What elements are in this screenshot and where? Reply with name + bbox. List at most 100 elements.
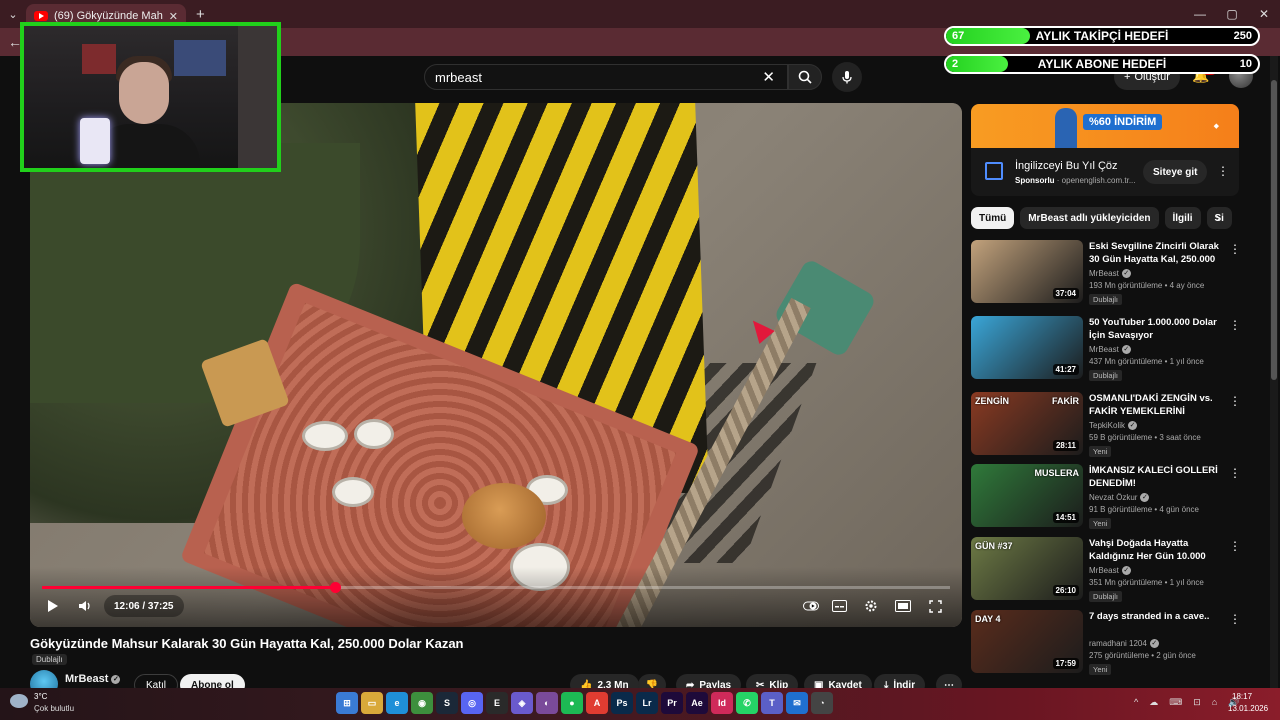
taskbar-app-icon[interactable]: ✆: [736, 692, 758, 714]
channel-name[interactable]: MrBeast ✓: [65, 673, 121, 685]
search-button[interactable]: [788, 64, 822, 90]
more-vert-icon[interactable]: ⋮: [1229, 242, 1241, 256]
video-thumbnail[interactable]: MUSLERA 14:51: [971, 464, 1083, 527]
tray-icon[interactable]: ☁: [1149, 697, 1158, 708]
theater-icon: [895, 600, 911, 612]
video-thumbnail[interactable]: ZENGİN FAKİR 28:11: [971, 392, 1083, 455]
taskbar-app-icon[interactable]: Ps: [611, 692, 633, 714]
more-vert-icon[interactable]: ⋮: [1229, 394, 1241, 408]
video-player[interactable]: 12:06 / 37:25: [30, 103, 962, 627]
chevron-right-icon[interactable]: ›: [1216, 210, 1220, 225]
subscriber-goal-bar: 2 AYLIK ABONE HEDEFİ 10: [944, 54, 1260, 74]
thumbnail-text-left: DAY 4: [975, 614, 1001, 624]
play-button[interactable]: [42, 595, 64, 617]
taskbar-app-icon[interactable]: ⊞: [336, 692, 358, 714]
video-thumbnail[interactable]: 37:04: [971, 240, 1083, 303]
taskbar-app-icon[interactable]: S: [436, 692, 458, 714]
gear-icon: [865, 600, 877, 612]
sponsored-ad-card[interactable]: %60 İNDİRİM ◆ İngilizceyi Bu Yıl Çöz Spo…: [971, 104, 1239, 196]
video-thumbnail[interactable]: GÜN #37 26:10: [971, 537, 1083, 600]
taskbar-app-icon[interactable]: Ae: [686, 692, 708, 714]
taskbar-app-icon[interactable]: T: [761, 692, 783, 714]
clock-date[interactable]: 13.01.2026: [1228, 704, 1268, 713]
recommendation-title[interactable]: 7 days stranded in a cave..: [1089, 610, 1227, 623]
weather-cloud-icon[interactable]: [10, 694, 28, 708]
tray-icon[interactable]: ^: [1134, 697, 1138, 708]
tab-close-icon[interactable]: ✕: [169, 10, 178, 23]
search-input[interactable]: mrbeast ✕: [424, 64, 788, 90]
ad-more-icon[interactable]: ⋮: [1217, 164, 1229, 178]
taskbar-app-icon[interactable]: ◎: [461, 692, 483, 714]
recommendation-badge: Yeni: [1089, 664, 1112, 675]
taskbar-app-icon[interactable]: Lr: [636, 692, 658, 714]
recommendation-item[interactable]: MUSLERA 14:51 İMKANSIZ KALECİ GOLLERİ DENE…: [971, 464, 1251, 530]
new-tab-button[interactable]: +: [196, 6, 205, 23]
recommendation-title[interactable]: İMKANSIZ KALECİ GOLLERİ DENEDİM!: [1089, 464, 1227, 490]
recommendation-title[interactable]: Vahşi Doğada Hayatta Kaldığınız Her Gün …: [1089, 537, 1227, 563]
tray-icon[interactable]: ⌨: [1169, 697, 1182, 708]
minimize-button[interactable]: —: [1184, 0, 1216, 28]
taskbar-app-icon[interactable]: ◈: [511, 692, 533, 714]
clock-time[interactable]: 18:17: [1232, 692, 1252, 701]
recommendation-title[interactable]: 50 YouTuber 1.000.000 Dolar İçin Savaşıy…: [1089, 316, 1227, 342]
chip-all[interactable]: Tümü: [971, 207, 1015, 229]
recommendation-channel[interactable]: MrBeast ✓: [1089, 345, 1131, 355]
recommendation-title[interactable]: OSMANLI'DAKİ ZENGİN vs. FAKİR YEMEKLERİN…: [1089, 392, 1227, 418]
more-vert-icon[interactable]: ⋮: [1229, 318, 1241, 332]
taskbar-app-icon[interactable]: e: [386, 692, 408, 714]
more-vert-icon[interactable]: ⋮: [1229, 539, 1241, 553]
subscriber-goal-target: 10: [1239, 58, 1252, 70]
maximize-button[interactable]: ▢: [1216, 0, 1248, 28]
taskbar-app-icon[interactable]: ◔: [811, 692, 833, 714]
taskbar-app-icon[interactable]: ●: [561, 692, 583, 714]
tab-title: (69) Gökyüzünde Mahsur Kalarak 30: [54, 10, 163, 22]
tray-icon[interactable]: ⌂: [1212, 697, 1217, 708]
tab-search-icon[interactable]: ⌄: [0, 8, 26, 21]
subtitles-button[interactable]: [828, 595, 850, 617]
recommendation-item[interactable]: DAY 4 17:59 7 days stranded in a cave.. ram…: [971, 610, 1251, 676]
recommendation-item[interactable]: GÜN #37 26:10 Vahşi Doğada Hayatta Kaldığı…: [971, 537, 1251, 603]
follower-goal-bar: 67 AYLIK TAKİPÇİ HEDEFİ 250: [944, 26, 1260, 46]
video-thumbnail[interactable]: 41:27: [971, 316, 1083, 379]
recommendation-channel[interactable]: ramadhani 1204 ✓: [1089, 639, 1159, 649]
clear-search-icon[interactable]: ✕: [762, 68, 775, 86]
voice-search-button[interactable]: [832, 62, 862, 92]
settings-button[interactable]: [860, 595, 882, 617]
taskbar-app-icon[interactable]: E: [486, 692, 508, 714]
recommendation-channel[interactable]: Nevzat Özkur ✓: [1089, 493, 1150, 503]
taskbar-app-icon[interactable]: ✉: [786, 692, 808, 714]
recommendation-title[interactable]: Eski Sevgiline Zincirli Olarak 30 Gün Ha…: [1089, 240, 1227, 266]
recommendation-item[interactable]: 37:04 Eski Sevgiline Zincirli Olarak 30 G…: [971, 240, 1251, 306]
fullscreen-button[interactable]: [924, 595, 946, 617]
tray-icon[interactable]: ⊡: [1193, 697, 1201, 708]
taskbar-app-icon[interactable]: A: [586, 692, 608, 714]
taskbar-app-icon[interactable]: ◐: [536, 692, 558, 714]
theater-mode-button[interactable]: [892, 595, 914, 617]
filter-chips: Tümü MrBeast adlı yükleyiciden İlgili Si: [971, 207, 1233, 229]
recommendation-channel[interactable]: TepkiKolik ✓: [1089, 421, 1138, 431]
taskbar-app-icon[interactable]: ▭: [361, 692, 383, 714]
taskbar-app-icon[interactable]: Pr: [661, 692, 683, 714]
chip-related[interactable]: İlgili: [1164, 207, 1201, 229]
ad-brand-icon: [985, 162, 1003, 180]
webcam-overlay: [20, 22, 281, 172]
scrollbar-thumb[interactable]: [1271, 80, 1277, 380]
close-window-button[interactable]: ✕: [1248, 0, 1280, 28]
recommendation-channel[interactable]: MrBeast ✓: [1089, 566, 1131, 576]
progress-bar[interactable]: [42, 582, 950, 593]
recommendation-channel[interactable]: MrBeast ✓: [1089, 269, 1131, 279]
webcam-door: [238, 26, 277, 168]
more-vert-icon[interactable]: ⋮: [1229, 612, 1241, 626]
autoplay-toggle[interactable]: [800, 595, 822, 617]
video-frame-turkey: [462, 483, 546, 549]
recommendation-item[interactable]: ZENGİN FAKİR 28:11 OSMANLI'DAKİ ZENGİN vs. …: [971, 392, 1251, 458]
video-thumbnail[interactable]: DAY 4 17:59: [971, 610, 1083, 673]
ad-visit-button[interactable]: Siteye git: [1143, 160, 1208, 184]
more-vert-icon[interactable]: ⋮: [1229, 466, 1241, 480]
chip-from-uploader[interactable]: MrBeast adlı yükleyiciden: [1020, 207, 1159, 229]
taskbar-app-icon[interactable]: ◉: [411, 692, 433, 714]
volume-button[interactable]: [74, 595, 96, 617]
recommendation-item[interactable]: 41:27 50 YouTuber 1.000.000 Dolar İçin Sa…: [971, 316, 1251, 382]
taskbar-app-icon[interactable]: Id: [711, 692, 733, 714]
ad-title: İngilizceyi Bu Yıl Çöz: [1015, 160, 1118, 172]
